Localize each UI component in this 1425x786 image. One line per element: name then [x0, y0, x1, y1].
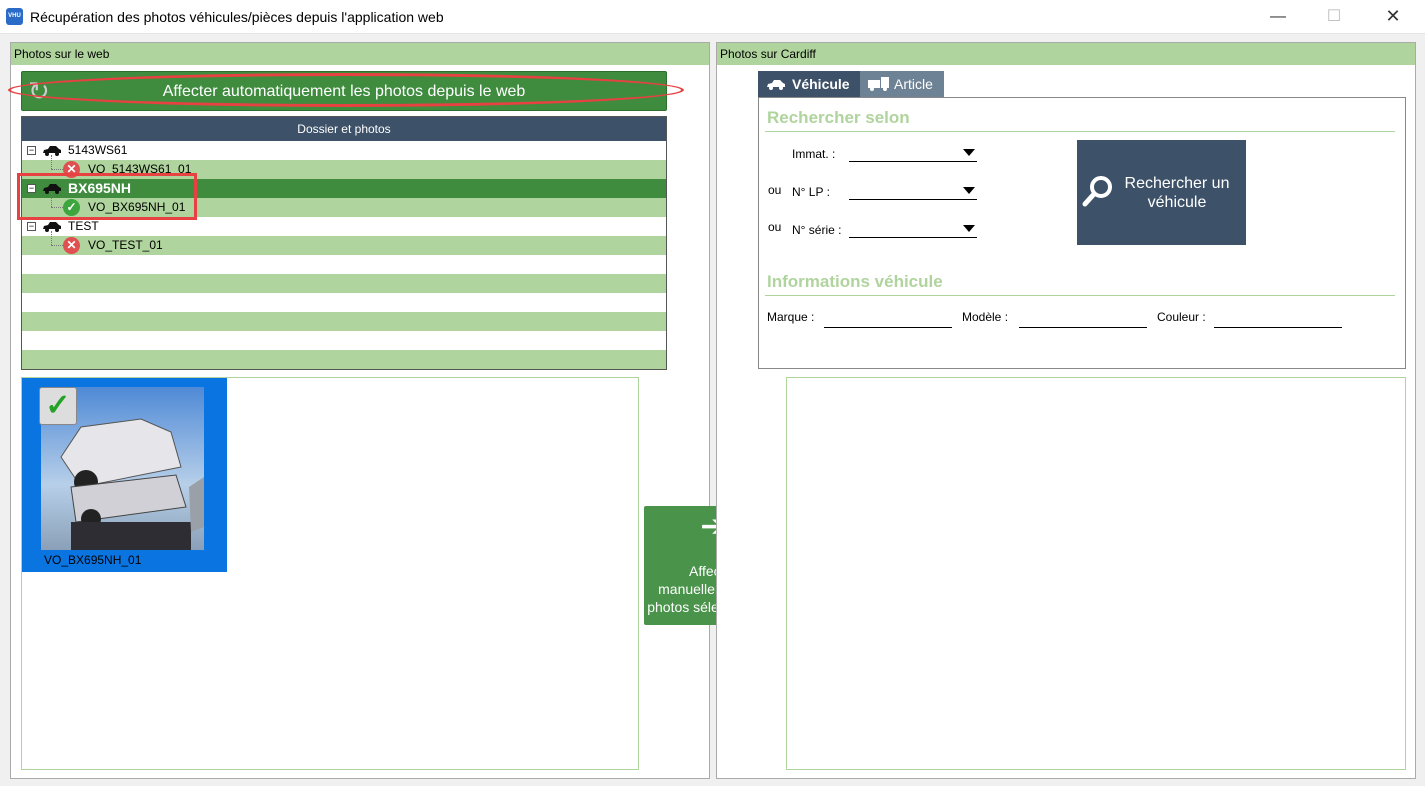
car-icon — [43, 146, 61, 156]
maximize-button[interactable]: ☐ — [1311, 0, 1357, 33]
chevron-down-icon[interactable] — [963, 225, 975, 232]
car-icon — [43, 184, 61, 194]
tree-leaf-photo[interactable]: ✕ VO_TEST_01 — [22, 236, 666, 255]
title-bar: VHU Récupération des photos véhicules/pi… — [0, 0, 1425, 34]
car-icon — [43, 222, 61, 232]
immat-combo[interactable] — [849, 143, 977, 162]
marque-field[interactable] — [824, 309, 952, 328]
truck-icon — [868, 71, 890, 99]
tree-leaf-label: VO_5143WS61_01 — [88, 162, 192, 176]
tree-node-label: BX695NH — [68, 180, 132, 196]
collapse-icon[interactable]: − — [27, 184, 36, 193]
error-icon: ✕ — [63, 237, 80, 254]
tree-connector — [51, 245, 63, 246]
thumbnail-label: VO_BX695NH_01 — [44, 553, 142, 567]
cardiff-photos-header: Photos sur Cardiff — [717, 43, 1415, 65]
close-button[interactable]: ✕ — [1370, 0, 1416, 33]
search-vehicle-label: Rechercher un véhicule — [1124, 175, 1230, 211]
web-thumbnails-area[interactable]: ✓ VO_BX695NH_01 — [21, 377, 639, 770]
modele-field[interactable] — [1019, 309, 1147, 328]
collapse-icon[interactable]: − — [27, 146, 36, 155]
car-icon — [766, 71, 786, 98]
auto-assign-button[interactable]: ↻ Affecter automatiquement les photos de… — [21, 71, 667, 111]
tree-empty-row — [22, 331, 666, 350]
tree-empty-row — [22, 350, 666, 369]
check-icon: ✓ — [63, 199, 80, 216]
or-label: ou — [768, 183, 782, 197]
cardiff-thumbnails-area[interactable] — [786, 377, 1406, 770]
tree-leaf-label: VO_BX695NH_01 — [88, 200, 186, 214]
minimize-button[interactable]: — — [1255, 0, 1301, 33]
info-section-title: Informations véhicule — [767, 272, 943, 291]
tree-node-label: 5143WS61 — [68, 143, 128, 157]
search-icon — [1082, 176, 1112, 207]
lp-label: N° LP : — [792, 185, 830, 199]
tree-empty-row — [22, 293, 666, 312]
tab-vehicule-label: Véhicule — [792, 76, 850, 92]
checkbox-checked-icon[interactable]: ✓ — [39, 387, 77, 425]
error-icon: ✕ — [63, 161, 80, 178]
folder-tree[interactable]: Dossier et photos − 5143WS61 ✕ VO_5143WS… — [21, 116, 667, 370]
cardiff-photos-panel: Photos sur Cardiff Véhicule Article Rech… — [716, 42, 1416, 779]
chevron-down-icon[interactable] — [963, 187, 975, 194]
tree-node-label: TEST — [68, 219, 99, 233]
lp-combo[interactable] — [849, 181, 977, 200]
sync-icon: ↻ — [28, 76, 50, 106]
tree-header: Dossier et photos — [22, 117, 666, 141]
auto-assign-label: Affecter automatiquement les photos depu… — [162, 83, 526, 100]
tab-article[interactable]: Article — [860, 71, 944, 97]
web-photos-panel: Photos sur le web ↻ Affecter automatique… — [10, 42, 710, 779]
tree-node-5143ws61[interactable]: − 5143WS61 — [22, 141, 666, 160]
tab-vehicule[interactable]: Véhicule — [758, 71, 860, 97]
tree-node-bx695nh[interactable]: − BX695NH — [22, 179, 666, 198]
couleur-label: Couleur : — [1157, 310, 1206, 324]
photo-thumbnail[interactable]: ✓ VO_BX695NH_01 — [22, 378, 227, 572]
tree-connector — [51, 231, 52, 245]
tree-connector — [51, 207, 63, 208]
immat-label: Immat. : — [792, 147, 836, 161]
tree-connector — [51, 193, 52, 207]
tree-empty-row — [22, 255, 666, 274]
collapse-icon[interactable]: − — [27, 222, 36, 231]
web-photos-header: Photos sur le web — [11, 43, 709, 65]
tree-empty-row — [22, 312, 666, 331]
vehicle-search-form: Rechercher selon Immat. : ou N° LP : ou … — [758, 97, 1406, 369]
or-label: ou — [768, 220, 782, 234]
marque-label: Marque : — [767, 310, 815, 324]
search-vehicle-button[interactable]: Rechercher un véhicule — [1077, 140, 1246, 245]
tab-article-label: Article — [894, 76, 933, 92]
tree-leaf-photo[interactable]: ✕ VO_5143WS61_01 — [22, 160, 666, 179]
modele-label: Modèle : — [962, 310, 1009, 324]
tree-leaf-photo[interactable]: ✓ VO_BX695NH_01 — [22, 198, 666, 217]
app-logo-icon: VHU — [6, 8, 23, 25]
window-title: Récupération des photos véhicules/pièces… — [30, 9, 444, 25]
tree-node-test[interactable]: − TEST — [22, 217, 666, 236]
divider — [765, 295, 1395, 296]
divider — [765, 131, 1395, 132]
serie-label: N° série : — [792, 223, 842, 237]
couleur-field[interactable] — [1214, 309, 1342, 328]
serie-combo[interactable] — [849, 219, 977, 238]
tree-leaf-label: VO_TEST_01 — [88, 238, 163, 252]
chevron-down-icon[interactable] — [963, 149, 975, 156]
tree-connector — [51, 155, 52, 169]
tree-empty-row — [22, 274, 666, 293]
search-section-title: Rechercher selon — [767, 108, 910, 127]
tree-connector — [51, 169, 63, 170]
